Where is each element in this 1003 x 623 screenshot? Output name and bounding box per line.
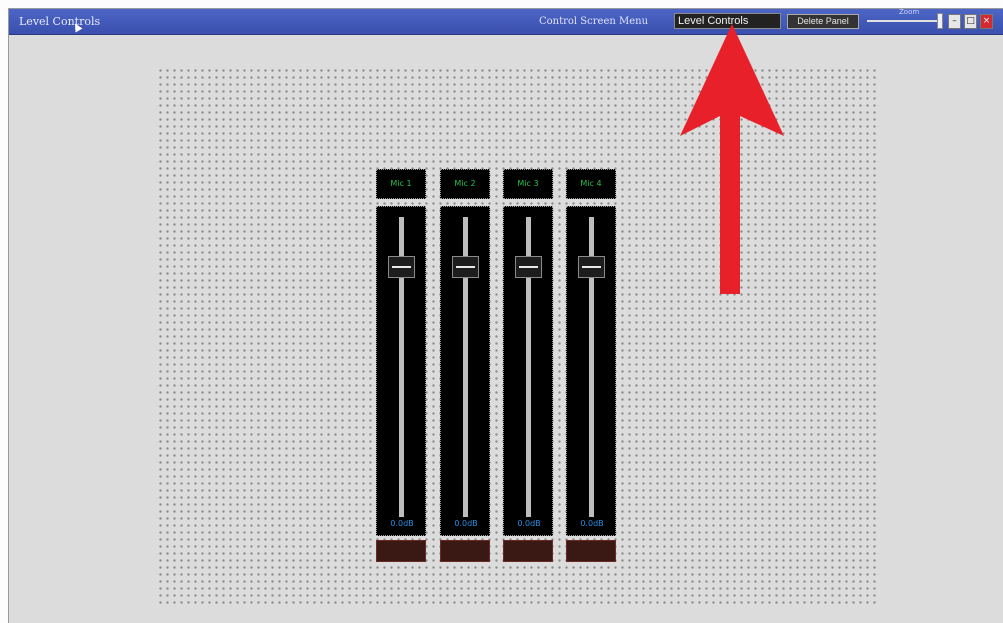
mute-button[interactable]: [566, 540, 616, 562]
title-bar: Level Controls Control Screen Menu Level…: [9, 8, 1003, 35]
mute-button[interactable]: [376, 540, 426, 562]
level-db-readout: 0.0dB: [454, 519, 478, 528]
level-controls-window: Level Controls Control Screen Menu Level…: [8, 8, 1003, 623]
zoom-slider-thumb[interactable]: [937, 13, 943, 29]
level-db-readout: 0.0dB: [517, 519, 541, 528]
annotation-arrow-icon: [680, 24, 784, 294]
zoom-label: Zoom: [899, 8, 920, 16]
control-screen-menu-label: Control Screen Menu: [539, 16, 649, 27]
level-db-readout: 0.0dB: [390, 519, 414, 528]
fader-strip: Mic 1 0.0dB: [376, 169, 426, 563]
channel-name-label[interactable]: Mic 2: [440, 169, 490, 199]
window-title: Level Controls: [19, 15, 101, 28]
level-db-readout: 0.0dB: [580, 519, 604, 528]
fader-handle[interactable]: [452, 256, 479, 278]
mute-button[interactable]: [440, 540, 490, 562]
fader-body: 0.0dB: [376, 206, 426, 536]
fader-strip: Mic 2 0.0dB: [440, 169, 490, 563]
maximize-button[interactable]: □: [964, 14, 977, 29]
fader-handle[interactable]: [578, 256, 605, 278]
fader-handle[interactable]: [388, 256, 415, 278]
minimize-button[interactable]: –: [948, 14, 961, 29]
delete-panel-button[interactable]: Delete Panel: [787, 14, 859, 29]
fader-strip: Mic 4 0.0dB: [566, 169, 616, 563]
channel-name-label[interactable]: Mic 1: [376, 169, 426, 199]
fader-body: 0.0dB: [440, 206, 490, 536]
channel-name-label[interactable]: Mic 4: [566, 169, 616, 199]
channel-name-label[interactable]: Mic 3: [503, 169, 553, 199]
fader-body: 0.0dB: [566, 206, 616, 536]
fader-body: 0.0dB: [503, 206, 553, 536]
mute-button[interactable]: [503, 540, 553, 562]
fader-handle[interactable]: [515, 256, 542, 278]
zoom-slider[interactable]: [867, 20, 942, 22]
close-button[interactable]: ×: [980, 14, 993, 29]
fader-strip: Mic 3 0.0dB: [503, 169, 553, 563]
